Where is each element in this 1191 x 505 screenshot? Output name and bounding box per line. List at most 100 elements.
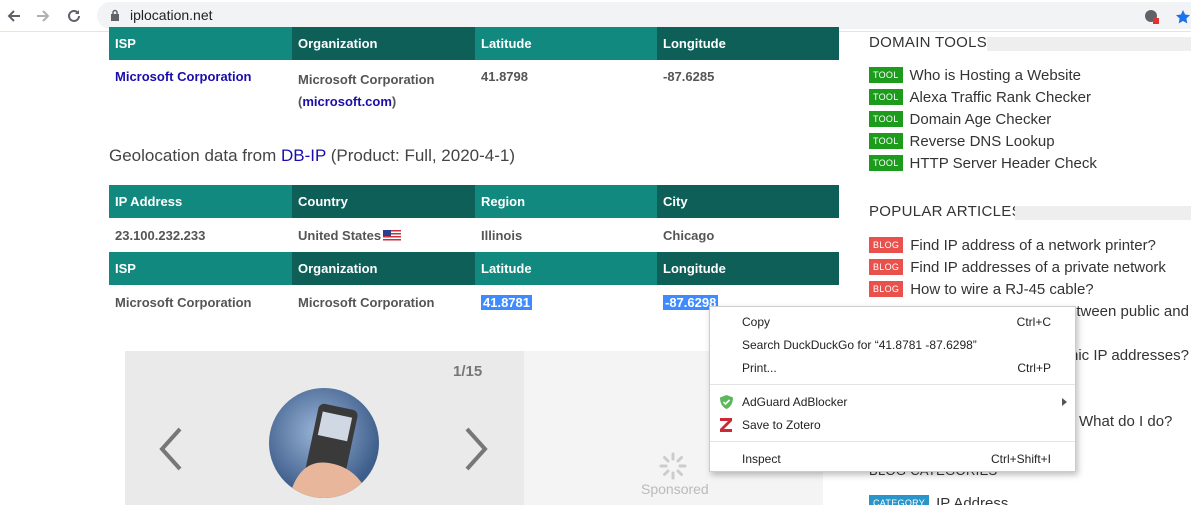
article-label: Find IP addresses of a private network xyxy=(910,258,1166,276)
menu-item-search-duckduckgo[interactable]: Search DuckDuckGo for “41.8781 -87.6298” xyxy=(710,334,1075,356)
tool-badge: TOOL xyxy=(869,111,903,127)
longitude-value: -87.6285 xyxy=(663,69,715,84)
dbip-link[interactable]: DB-IP xyxy=(281,146,326,165)
us-flag-icon xyxy=(383,229,402,241)
dbip-heading: Geolocation data from DB-IP (Product: Fu… xyxy=(109,146,515,166)
tool-label: Alexa Traffic Rank Checker xyxy=(909,88,1092,106)
paren-close: ) xyxy=(391,94,397,109)
isp-value: Microsoft Corporation xyxy=(115,294,252,310)
menu-item-label: Print... xyxy=(742,361,777,375)
heading-prefix: Geolocation data from xyxy=(109,146,281,165)
menu-item-label: Save to Zotero xyxy=(742,418,821,432)
tool-item[interactable]: TOOL Domain Age Checker xyxy=(869,109,1051,129)
carousel-prev-icon[interactable] xyxy=(158,426,184,472)
carousel-counter: 1/15 xyxy=(453,363,483,380)
back-arrow-icon xyxy=(7,10,20,22)
context-menu: Copy Ctrl+C Search DuckDuckGo for “41.87… xyxy=(709,306,1076,472)
organization-value: Microsoft Corporation xyxy=(298,72,435,87)
menu-item-print[interactable]: Print... Ctrl+P xyxy=(710,357,1075,379)
category-badge: CATEGORY xyxy=(869,495,930,505)
region-value: Illinois xyxy=(481,227,523,243)
adguard-shield-icon xyxy=(720,395,733,409)
phone-photo[interactable] xyxy=(269,388,379,498)
menu-item-copy[interactable]: Copy Ctrl+C xyxy=(710,311,1075,333)
popular-articles-title: POPULAR ARTICLES xyxy=(869,203,1022,220)
article-label: Find IP address of a network printer? xyxy=(910,236,1156,254)
reload-button[interactable] xyxy=(64,6,84,26)
section-divider xyxy=(987,37,1191,51)
selected-latitude[interactable]: 41.8781 xyxy=(481,294,532,310)
article-label: How to wire a RJ-45 cable? xyxy=(910,280,1094,298)
table-row: Microsoft Corporation Microsoft Corporat… xyxy=(109,60,839,118)
col-header-latitude: Latitude xyxy=(475,252,657,285)
menu-separator xyxy=(710,441,1075,442)
col-header-longitude: Longitude xyxy=(657,27,839,60)
menu-item-label: AdGuard AdBlocker xyxy=(742,395,848,409)
tool-label: Domain Age Checker xyxy=(909,110,1052,128)
phone-image-icon xyxy=(289,403,369,498)
image-carousel: 1/15 xyxy=(125,351,524,505)
back-button[interactable] xyxy=(4,6,24,26)
translate-extension-icon[interactable] xyxy=(1144,9,1160,25)
menu-item-label: Inspect xyxy=(742,452,781,466)
col-header-city: City xyxy=(657,185,839,218)
category-label: IP Address xyxy=(936,494,1009,505)
menu-item-inspect[interactable]: Inspect Ctrl+Shift+I xyxy=(710,448,1075,470)
ip-value: 23.100.232.233 xyxy=(115,227,206,243)
menu-item-shortcut: Ctrl+P xyxy=(1017,361,1051,375)
menu-item-adguard[interactable]: AdGuard AdBlocker xyxy=(710,391,1075,413)
col-header-latitude: Latitude xyxy=(475,27,657,60)
category-item[interactable]: CATEGORY IP Address xyxy=(869,493,1008,505)
col-header-longitude: Longitude xyxy=(657,252,839,285)
menu-item-shortcut: Ctrl+Shift+I xyxy=(990,452,1051,466)
section-divider xyxy=(1015,206,1191,220)
menu-item-save-to-zotero[interactable]: Save to Zotero xyxy=(710,414,1075,436)
tool-badge: TOOL xyxy=(869,155,903,171)
tool-item[interactable]: TOOL HTTP Server Header Check xyxy=(869,153,1097,173)
organization-link[interactable]: microsoft.com xyxy=(302,94,392,109)
lock-icon xyxy=(111,9,119,21)
blog-badge: BLOG xyxy=(869,259,904,275)
menu-separator xyxy=(710,384,1075,385)
carousel-next-icon[interactable] xyxy=(463,426,489,472)
article-item[interactable]: BLOG Find IP addresses of a private netwo… xyxy=(869,257,1166,277)
sponsored-label: Sponsored xyxy=(641,481,709,497)
country-value: United States xyxy=(298,227,382,243)
article-item[interactable]: BLOG Find IP address of a network printer… xyxy=(869,235,1156,255)
address-bar[interactable]: iplocation.net xyxy=(97,2,1191,29)
table-header-row: ISP Organization Latitude Longitude xyxy=(109,252,839,285)
geo-table-2: IP Address Country Region City 23.100.23… xyxy=(109,185,839,319)
organization-value: Microsoft Corporation xyxy=(298,294,435,310)
tool-item[interactable]: TOOL Alexa Traffic Rank Checker xyxy=(869,87,1091,107)
article-item-partial[interactable]: etween public and xyxy=(1068,301,1189,321)
tool-badge: TOOL xyxy=(869,89,903,105)
tool-item[interactable]: TOOL Reverse DNS Lookup xyxy=(869,131,1055,151)
article-item-partial[interactable]: What do I do? xyxy=(1079,411,1172,431)
city-value: Chicago xyxy=(663,227,715,243)
heading-suffix: (Product: Full, 2020-4-1) xyxy=(326,146,515,165)
col-header-ip-address: IP Address xyxy=(109,185,292,218)
article-item[interactable]: BLOG How to wire a RJ-45 cable? xyxy=(869,279,1094,299)
menu-item-label: Copy xyxy=(742,315,771,329)
table-header-row: ISP Organization Latitude Longitude xyxy=(109,27,839,60)
tool-label: Reverse DNS Lookup xyxy=(909,132,1055,150)
zotero-icon xyxy=(720,418,732,432)
domain-tools-title: DOMAIN TOOLS xyxy=(869,34,988,51)
blog-badge: BLOG xyxy=(869,281,904,297)
isp-link[interactable]: Microsoft Corporation xyxy=(115,69,252,84)
url-text: iplocation.net xyxy=(130,7,213,23)
tool-label: Who is Hosting a Website xyxy=(909,66,1082,84)
tool-label: HTTP Server Header Check xyxy=(909,154,1097,172)
forward-button[interactable] xyxy=(33,6,53,26)
geo-table-1: ISP Organization Latitude Longitude Micr… xyxy=(109,27,839,118)
country-cell: United States xyxy=(292,218,475,252)
col-header-isp: ISP xyxy=(109,27,292,60)
table-header-row: IP Address Country Region City xyxy=(109,185,839,218)
spinner-icon xyxy=(659,452,687,480)
star-icon[interactable] xyxy=(1175,9,1191,25)
tool-item[interactable]: TOOL Who is Hosting a Website xyxy=(869,65,1081,85)
col-header-organization: Organization xyxy=(292,27,475,60)
col-header-region: Region xyxy=(475,185,657,218)
article-item-partial[interactable]: nic IP addresses? xyxy=(1070,345,1189,365)
menu-item-label: Search DuckDuckGo for “41.8781 -87.6298” xyxy=(742,338,977,352)
